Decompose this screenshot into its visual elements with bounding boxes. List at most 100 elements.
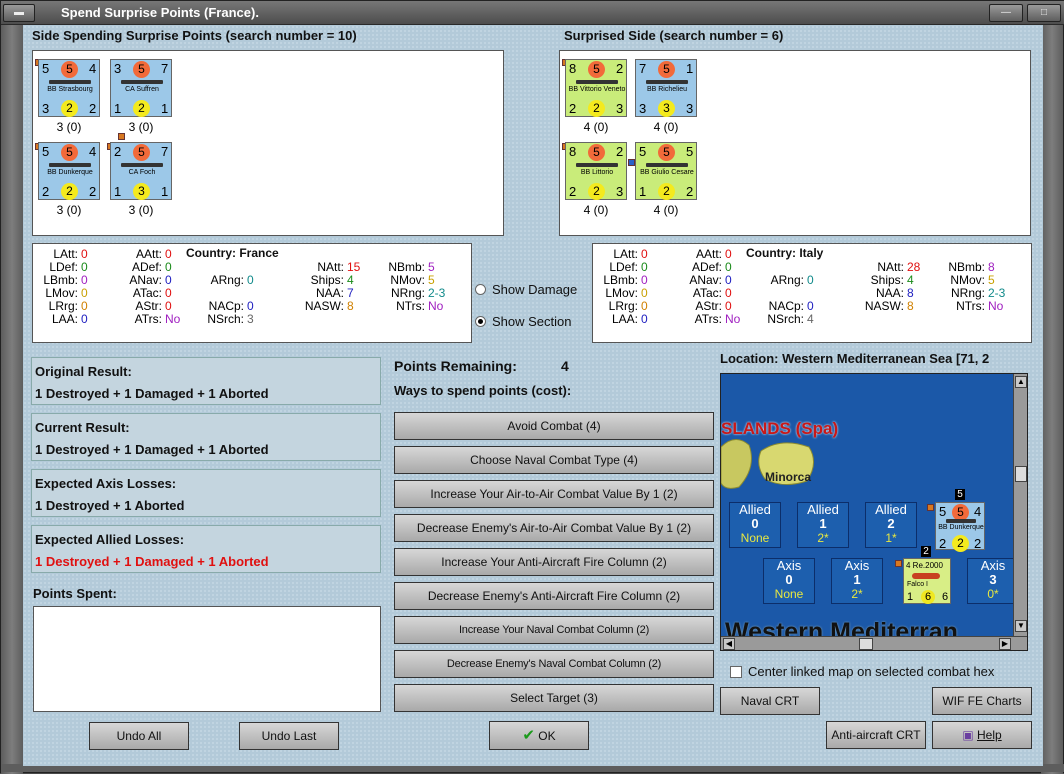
axis-losses-value: 1 Destroyed + 1 Aborted xyxy=(35,498,185,513)
unit-counter[interactable]: 8 2 2 3 5 2 BB Vittorio Veneto xyxy=(565,59,627,117)
islands-label: SLANDS (Spa) xyxy=(721,419,839,438)
window-left-edge xyxy=(1,25,23,774)
scroll-thumb[interactable] xyxy=(1015,466,1027,482)
unit-counter[interactable]: 5 4 3 2 5 2 BB Strasbourg xyxy=(38,59,100,117)
axis-section-0[interactable]: Axis 0 None xyxy=(763,558,815,604)
decrease-enemy-air-to-air-button[interactable]: Decrease Enemy's Air-to-Air Combat Value… xyxy=(394,514,714,542)
allied-section-2[interactable]: Allied 2 1* xyxy=(865,502,917,548)
increase-naval-combat-button[interactable]: Increase Your Naval Combat Column (2) xyxy=(394,616,714,644)
unit-stat: 1 xyxy=(907,591,914,603)
unit-marker-icon xyxy=(895,560,902,567)
maximize-button[interactable]: □ xyxy=(1027,4,1061,22)
stat-label: NASW: xyxy=(864,299,904,313)
anti-aircraft-crt-button[interactable]: Anti-aircraft CRT xyxy=(826,721,926,749)
france-stats-panel: Country: France LAtt: 0 LDef: 0 LBmb: 0 LMov: 0… xyxy=(32,243,472,343)
show-section-label[interactable]: Show Section xyxy=(492,314,572,329)
unit-top-label: 4 Re.2000 xyxy=(906,561,943,570)
unit-counter[interactable]: 5 4 2 2 5 2 BB Dunkerque xyxy=(38,142,100,200)
minimize-button[interactable]: — xyxy=(989,4,1023,22)
unit-sub-value: 3 (0) xyxy=(56,120,82,134)
map-horizontal-scrollbar[interactable]: ◀ ▶ xyxy=(721,636,1027,650)
unit-stat: 7 xyxy=(639,61,647,76)
axis-section-3[interactable]: Axis 3 0* xyxy=(967,558,1019,604)
current-result-panel: Current Result: 1 Destroyed + 1 Damaged … xyxy=(31,413,381,461)
scroll-left-arrow-icon[interactable]: ◀ xyxy=(723,638,735,650)
map-unit-falco[interactable]: 4 Re.2000 Falco I 1 6 6 xyxy=(903,558,951,604)
map-vertical-scrollbar[interactable]: ▲ ▼ xyxy=(1013,374,1027,636)
unit-stat: 3 xyxy=(114,61,122,76)
section-number: 1 xyxy=(853,572,861,587)
naval-crt-button[interactable]: Naval CRT xyxy=(720,687,820,715)
system-menu-button[interactable]: ▬ xyxy=(3,4,35,22)
stat-value: 0 xyxy=(641,312,648,326)
unit-sub-value: 3 (0) xyxy=(128,120,154,134)
unit-counter[interactable]: 8 2 2 3 5 2 BB Littorio xyxy=(565,142,627,200)
unit-stat: 2 xyxy=(939,535,947,551)
allied-section-1[interactable]: Allied 1 2* xyxy=(797,502,849,548)
allied-section-0[interactable]: Allied 0 None xyxy=(729,502,781,548)
unit-stat: 6 xyxy=(921,590,935,604)
unit-stat: 5 xyxy=(639,144,647,159)
unit-name: BB Richelieu xyxy=(646,86,688,93)
unit-stat: 5 xyxy=(939,504,947,519)
unit-counter[interactable]: 7 1 3 3 5 3 BB Richelieu xyxy=(635,59,697,117)
title-bar[interactable]: ▬ Spend Surprise Points (France). — □ xyxy=(1,1,1064,25)
combat-map[interactable]: SLANDS (Spa) Minorca Allied 0 None Allie… xyxy=(720,373,1028,651)
unit-stat: 1 xyxy=(161,184,169,199)
stat-label: LAA: xyxy=(611,312,638,326)
wif-fe-charts-button[interactable]: WIF FE Charts xyxy=(932,687,1032,715)
points-spent-list[interactable] xyxy=(33,606,381,712)
axis-section-1[interactable]: Axis 1 2* xyxy=(831,558,883,604)
undo-last-button[interactable]: Undo Last xyxy=(239,722,339,750)
original-result-value: 1 Destroyed + 1 Damaged + 1 Aborted xyxy=(35,386,269,401)
scroll-right-arrow-icon[interactable]: ▶ xyxy=(999,638,1011,650)
unit-counter[interactable]: 3 7 1 1 5 2 CA Suffren xyxy=(110,59,172,117)
center-linked-label[interactable]: Center linked map on selected combat hex xyxy=(748,664,994,679)
stat-value: 0 xyxy=(807,273,814,287)
increase-anti-aircraft-button[interactable]: Increase Your Anti-Aircraft Fire Column … xyxy=(394,548,714,576)
show-section-radio[interactable] xyxy=(475,316,486,327)
stat-value: 0 xyxy=(247,273,254,287)
stat-value: 3 xyxy=(247,312,254,326)
unit-sub-value: 3 (0) xyxy=(56,203,82,217)
show-damage-label[interactable]: Show Damage xyxy=(492,282,577,297)
unit-name: CA Foch xyxy=(128,169,156,176)
center-linked-checkbox[interactable] xyxy=(730,666,742,678)
attack-factor-circle: 5 xyxy=(61,144,78,161)
unit-sub-value: 4 (0) xyxy=(583,120,609,134)
show-damage-radio[interactable] xyxy=(475,284,486,295)
scroll-thumb[interactable] xyxy=(859,638,873,650)
unit-sub-value: 4 (0) xyxy=(583,203,609,217)
scroll-up-arrow-icon[interactable]: ▲ xyxy=(1015,376,1027,388)
decrease-enemy-naval-combat-button[interactable]: Decrease Enemy's Naval Combat Column (2) xyxy=(394,650,714,678)
unit-stat: 8 xyxy=(569,61,577,76)
unit-stat: 5 xyxy=(686,144,694,159)
unit-stat: 5 xyxy=(42,61,50,76)
undo-all-button[interactable]: Undo All xyxy=(89,722,189,750)
stat-value: 4 xyxy=(807,312,814,326)
attack-factor-circle: 5 xyxy=(658,144,675,161)
stat-label: NTrs: xyxy=(396,299,425,313)
help-button[interactable]: ▣ Help xyxy=(932,721,1032,749)
map-unit-dunkerque[interactable]: 5 4 2 2 5 2 BB Dunkerque xyxy=(935,502,985,552)
section-side: Allied xyxy=(739,502,771,517)
section-side: Allied xyxy=(875,502,907,517)
scroll-down-arrow-icon[interactable]: ▼ xyxy=(1015,620,1027,632)
stat-label: NSrch: xyxy=(767,312,804,326)
axis-losses-label: Expected Axis Losses: xyxy=(35,476,177,491)
unit-counter[interactable]: 5 5 1 2 5 2 BB Giulio Cesare xyxy=(635,142,697,200)
original-result-panel: Original Result: 1 Destroyed + 1 Damaged… xyxy=(31,357,381,405)
allied-losses-value: 1 Destroyed + 1 Damaged + 1 Aborted xyxy=(35,554,269,569)
decrease-enemy-anti-aircraft-button[interactable]: Decrease Enemy's Anti-Aircraft Fire Colu… xyxy=(394,582,714,610)
unit-counter[interactable]: 2 7 1 1 5 3 CA Foch xyxy=(110,142,172,200)
stat-value: 8 xyxy=(347,299,354,313)
unit-stat: 2 xyxy=(89,101,97,116)
unit-name: BB Dunkerque xyxy=(47,169,93,176)
section-number: 2 xyxy=(887,516,895,531)
select-target-button[interactable]: Select Target (3) xyxy=(394,684,714,712)
choose-naval-combat-type-button[interactable]: Choose Naval Combat Type (4) xyxy=(394,446,714,474)
avoid-combat-button[interactable]: Avoid Combat (4) xyxy=(394,412,714,440)
unit-stat: 3 xyxy=(616,101,624,116)
ok-button[interactable]: ✔ OK xyxy=(489,721,589,750)
increase-air-to-air-button[interactable]: Increase Your Air-to-Air Combat Value By… xyxy=(394,480,714,508)
